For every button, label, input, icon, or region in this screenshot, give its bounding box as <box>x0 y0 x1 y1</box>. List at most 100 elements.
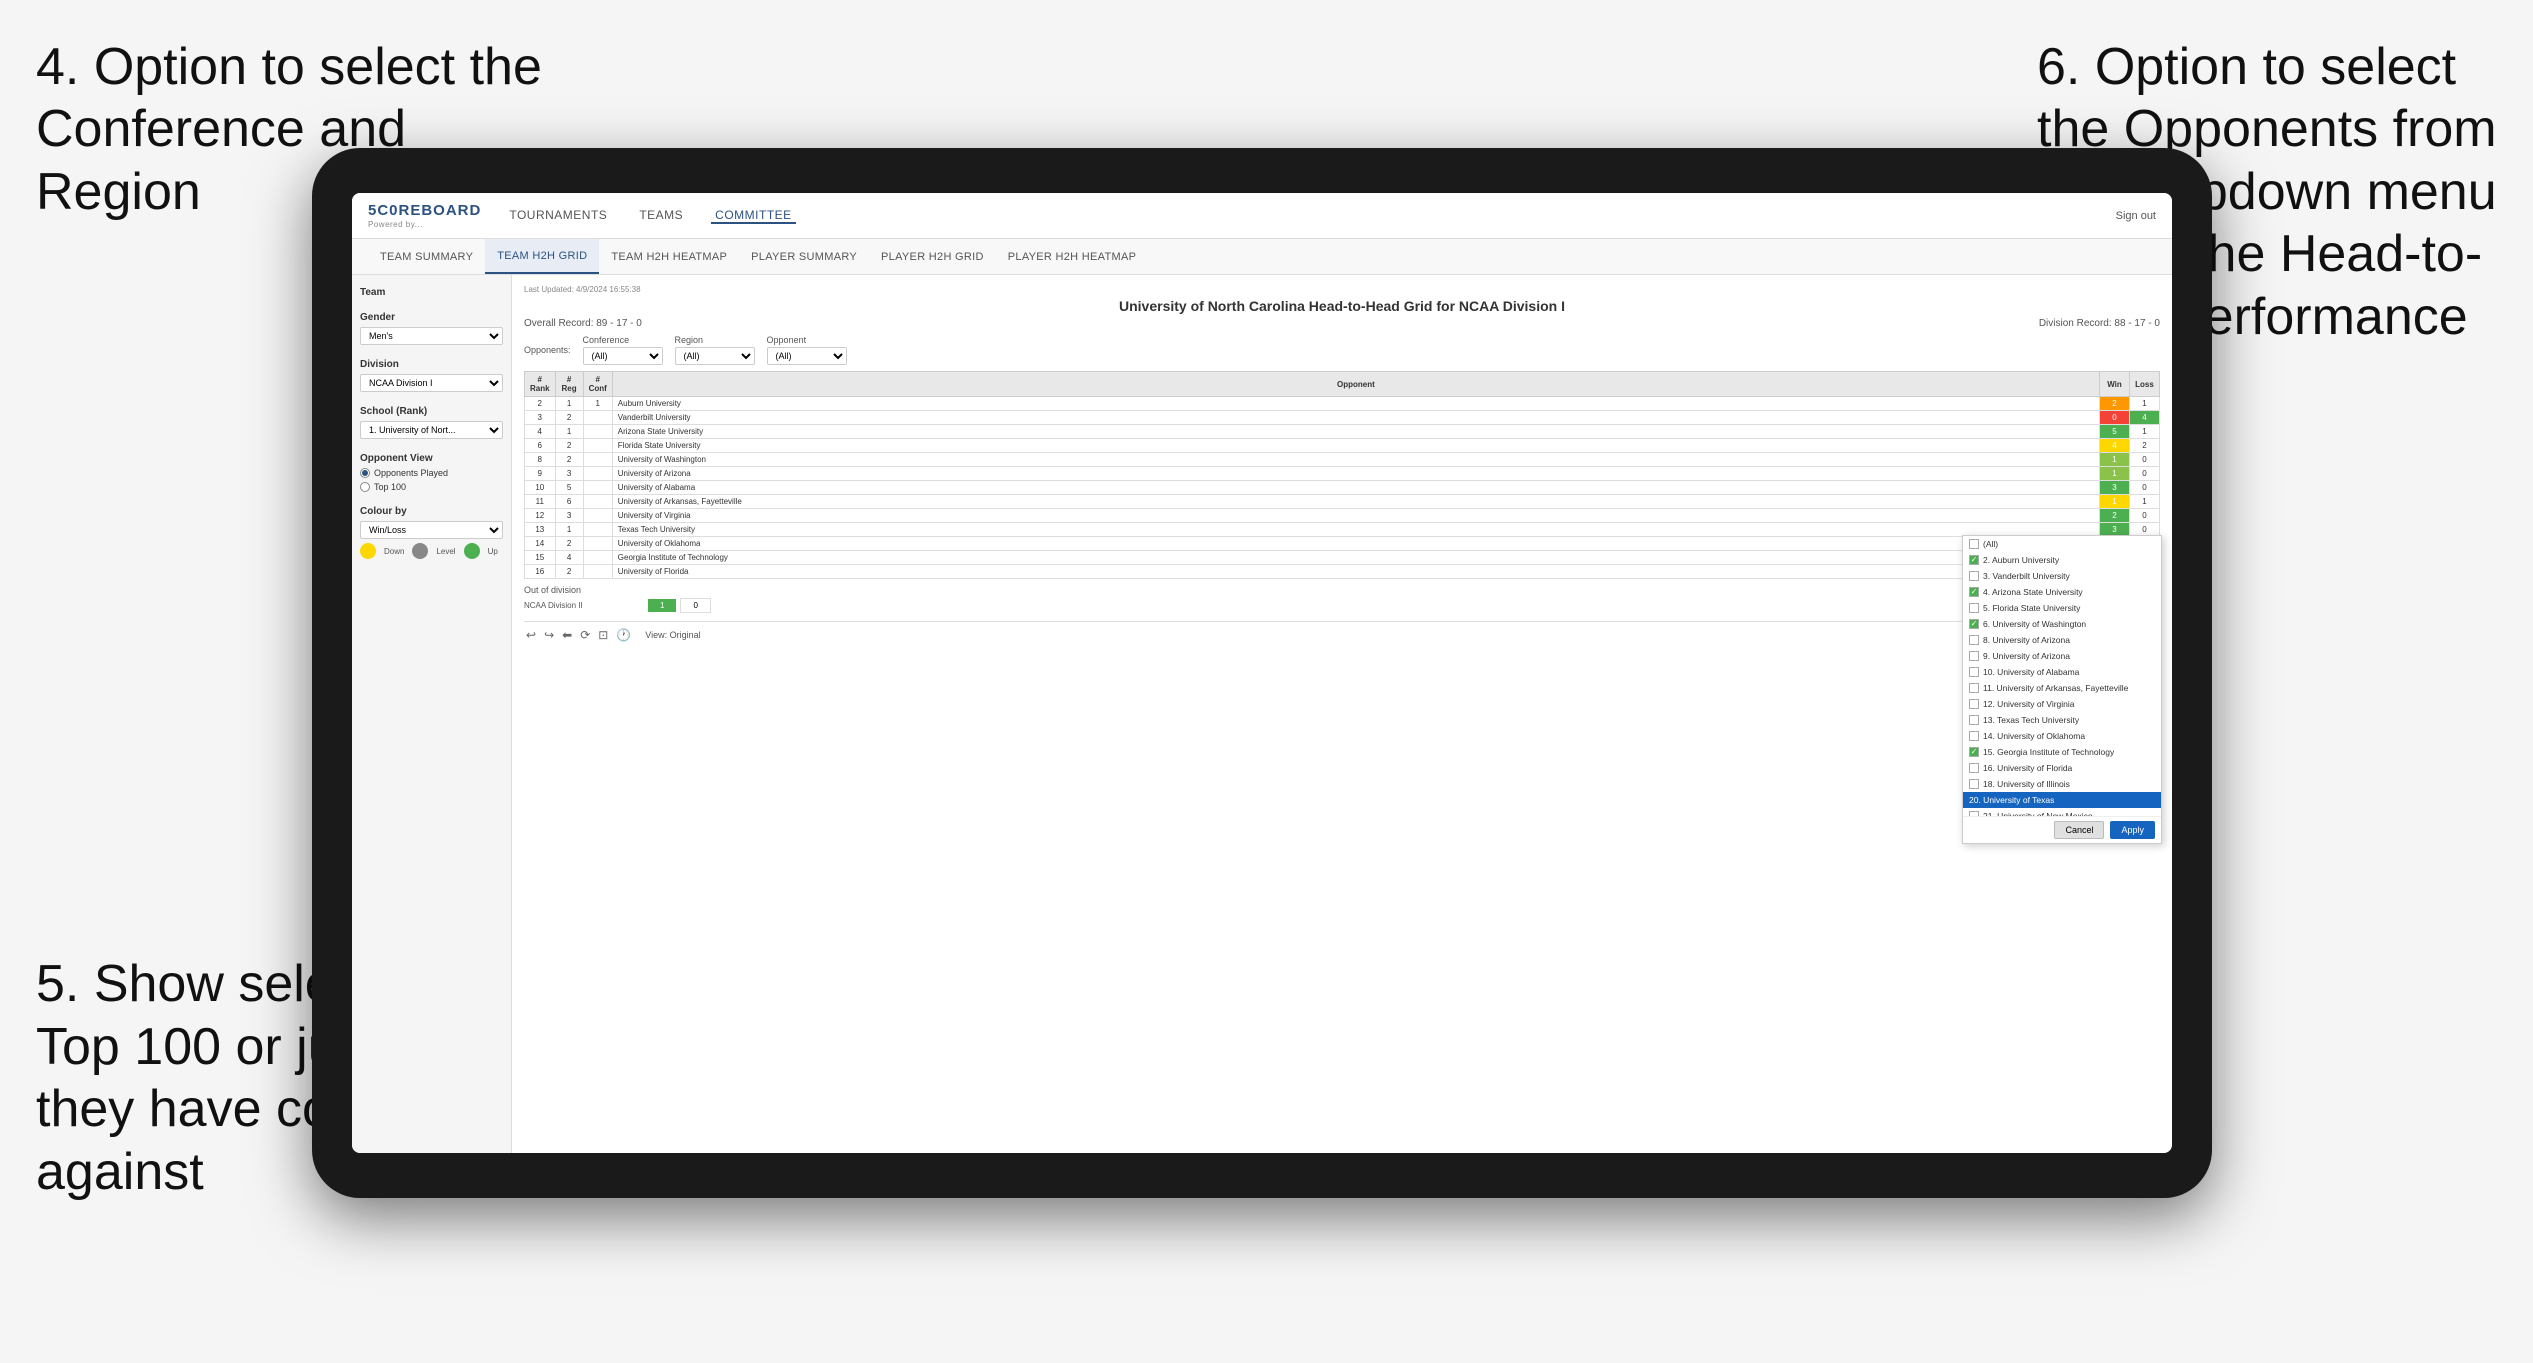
dropdown-item[interactable]: 5. Florida State University <box>1963 600 2161 616</box>
dropdown-item[interactable]: 21. University of New Mexico <box>1963 808 2161 816</box>
dropdown-item[interactable]: 20. University of Texas <box>1963 792 2161 808</box>
dropdown-item[interactable]: 4. Arizona State University <box>1963 584 2161 600</box>
sidebar-opponent-view-label: Opponent View <box>360 453 503 464</box>
cell-name: Auburn University <box>612 397 2099 411</box>
toolbar-view-label: View: Original <box>645 630 700 640</box>
dropdown-item[interactable]: 11. University of Arkansas, Fayetteville <box>1963 680 2161 696</box>
tab-team-summary[interactable]: TEAM SUMMARY <box>368 239 485 274</box>
dropdown-item[interactable]: 6. University of Washington <box>1963 616 2161 632</box>
tab-player-h2h-grid[interactable]: PLAYER H2H GRID <box>869 239 996 274</box>
cell-conf <box>583 565 612 579</box>
dropdown-item[interactable]: 14. University of Oklahoma <box>1963 728 2161 744</box>
school-select[interactable]: 1. University of Nort... <box>360 421 503 439</box>
toolbar-back-icon[interactable]: ⬅ <box>560 626 574 644</box>
toolbar-crop-icon[interactable]: ⊡ <box>596 626 610 644</box>
sidebar-school-label: School (Rank) <box>360 406 503 417</box>
toolbar-undo-icon[interactable]: ↩ <box>524 626 538 644</box>
cell-loss: 0 <box>2130 467 2160 481</box>
toolbar-redo-icon[interactable]: ↪ <box>542 626 556 644</box>
cell-loss: 0 <box>2130 509 2160 523</box>
cell-win: 1 <box>2100 467 2130 481</box>
tab-player-summary[interactable]: PLAYER SUMMARY <box>739 239 869 274</box>
check-box <box>1969 539 1979 549</box>
cell-conf <box>583 495 612 509</box>
check-box <box>1969 571 1979 581</box>
cell-conf <box>583 523 612 537</box>
division-loss: 0 <box>680 598 710 613</box>
dropdown-item[interactable]: 9. University of Arizona <box>1963 648 2161 664</box>
toolbar-clock-icon[interactable]: 🕐 <box>614 626 633 644</box>
dropdown-item[interactable]: 16. University of Florida <box>1963 760 2161 776</box>
sidebar-gender-section: Gender Men's <box>360 312 503 345</box>
dropdown-item[interactable]: (All) <box>1963 536 2161 552</box>
table-row: 6 2 Florida State University 4 2 <box>525 439 2160 453</box>
check-box <box>1969 747 1979 757</box>
division-record: Division Record: 88 - 17 - 0 <box>2039 318 2160 329</box>
tab-team-h2h-heatmap[interactable]: TEAM H2H HEATMAP <box>599 239 739 274</box>
tablet-device: 5C0REBOARD Powered by... TOURNAMENTS TEA… <box>312 148 2212 1198</box>
colour-down-dot <box>360 543 376 559</box>
dropdown-item-label: 6. University of Washington <box>1983 619 2086 629</box>
cell-loss: 0 <box>2130 481 2160 495</box>
dropdown-item[interactable]: 12. University of Virginia <box>1963 696 2161 712</box>
colour-icons: Down Level Up <box>360 543 503 559</box>
gender-select[interactable]: Men's <box>360 327 503 345</box>
th-opponent: Opponent <box>612 372 2099 397</box>
dropdown-item[interactable]: 15. Georgia Institute of Technology <box>1963 744 2161 760</box>
radio-top-100[interactable]: Top 100 <box>360 482 503 492</box>
sidebar-colour-section: Colour by Win/Loss Down Level Up <box>360 506 503 559</box>
out-division-row: NCAA Division II 1 0 <box>524 598 2160 613</box>
dropdown-item[interactable]: 18. University of Illinois <box>1963 776 2161 792</box>
dropdown-item[interactable]: 3. Vanderbilt University <box>1963 568 2161 584</box>
cell-conf <box>583 453 612 467</box>
tab-team-h2h-grid[interactable]: TEAM H2H GRID <box>485 239 599 274</box>
dropdown-item-label: 21. University of New Mexico <box>1983 811 2093 816</box>
table-row: 3 2 Vanderbilt University 0 4 <box>525 411 2160 425</box>
table-row: 2 1 1 Auburn University 2 1 <box>525 397 2160 411</box>
cell-reg: 1 <box>555 397 583 411</box>
logo-area: 5C0REBOARD Powered by... <box>368 202 481 229</box>
sign-out-link[interactable]: Sign out <box>2116 210 2156 222</box>
cancel-button[interactable]: Cancel <box>2054 821 2104 839</box>
dropdown-item[interactable]: 10. University of Alabama <box>1963 664 2161 680</box>
division-select[interactable]: NCAA Division I <box>360 374 503 392</box>
radio-opponents-played-label: Opponents Played <box>374 468 448 478</box>
conference-filter-select[interactable]: (All) <box>583 347 663 365</box>
cell-rank: 10 <box>525 481 556 495</box>
cell-reg: 2 <box>555 565 583 579</box>
toolbar-refresh-icon[interactable]: ⟳ <box>578 626 592 644</box>
cell-name: Vanderbilt University <box>612 411 2099 425</box>
cell-rank: 3 <box>525 411 556 425</box>
dropdown-item-label: 12. University of Virginia <box>1983 699 2075 709</box>
opponent-dropdown-overlay[interactable]: (All)2. Auburn University3. Vanderbilt U… <box>1962 535 2162 844</box>
title-section: University of North Carolina Head-to-Hea… <box>524 298 2160 314</box>
check-box <box>1969 555 1979 565</box>
th-rank: # Rank <box>525 372 556 397</box>
tab-player-h2h-heatmap[interactable]: PLAYER H2H HEATMAP <box>996 239 1148 274</box>
cell-name: Arizona State University <box>612 425 2099 439</box>
cell-conf <box>583 467 612 481</box>
dropdown-item[interactable]: 2. Auburn University <box>1963 552 2161 568</box>
apply-button[interactable]: Apply <box>2110 821 2155 839</box>
dropdown-item[interactable]: 13. Texas Tech University <box>1963 712 2161 728</box>
filter-row: Opponents: Conference (All) Region (All) <box>524 335 2160 365</box>
cell-name: Georgia Institute of Technology <box>612 551 2099 565</box>
region-filter-select[interactable]: (All) <box>675 347 755 365</box>
radio-top-100-dot <box>360 482 370 492</box>
nav-tournaments[interactable]: TOURNAMENTS <box>505 208 611 224</box>
nav-links: TOURNAMENTS TEAMS COMMITTEE <box>505 208 2115 224</box>
check-box <box>1969 651 1979 661</box>
check-box <box>1969 763 1979 773</box>
radio-opponents-played[interactable]: Opponents Played <box>360 468 503 478</box>
dropdown-item[interactable]: 8. University of Arizona <box>1963 632 2161 648</box>
nav-teams[interactable]: TEAMS <box>635 208 687 224</box>
colour-by-select[interactable]: Win/Loss <box>360 521 503 539</box>
table-row: 12 3 University of Virginia 2 0 <box>525 509 2160 523</box>
cell-reg: 1 <box>555 523 583 537</box>
opponent-filter-select[interactable]: (All) <box>767 347 847 365</box>
data-table: # Rank # Reg # Conf Opponent Win Loss 2 … <box>524 371 2160 579</box>
cell-rank: 9 <box>525 467 556 481</box>
nav-committee[interactable]: COMMITTEE <box>711 208 796 224</box>
cell-rank: 12 <box>525 509 556 523</box>
table-row: 16 2 University of Florida 5 1 <box>525 565 2160 579</box>
